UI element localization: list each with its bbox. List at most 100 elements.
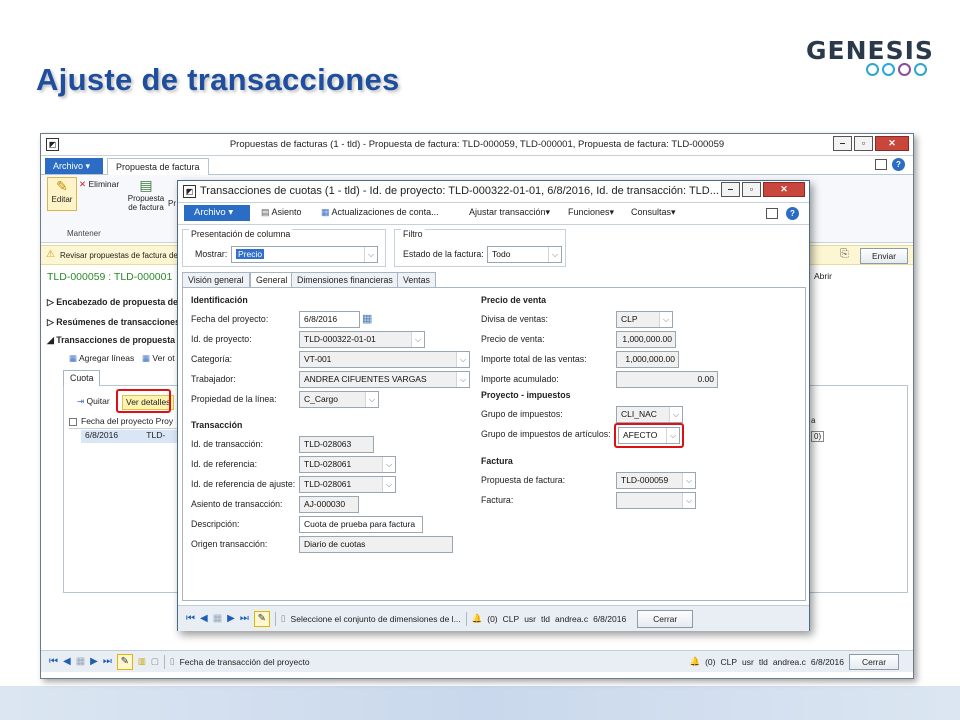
- mostrar-select[interactable]: Precio ⌵: [231, 246, 378, 263]
- funciones-menu[interactable]: Funciones▾: [568, 207, 614, 218]
- asiento-transaccion-field[interactable]: AJ-000030: [299, 496, 359, 513]
- previous-record-icon[interactable]: ◀: [200, 613, 208, 624]
- trabajador-field[interactable]: ANDREA CIFUENTES VARGAS ⌵: [299, 371, 470, 388]
- section-transacciones[interactable]: ◢ Transacciones de propuesta d: [47, 335, 183, 346]
- id-transaccion-label: Id. de transacción:: [191, 439, 263, 449]
- factura-field[interactable]: ⌵: [616, 492, 696, 509]
- first-record-icon[interactable]: ⏮: [49, 656, 58, 667]
- document-icon[interactable]: ▯: [170, 656, 175, 667]
- tab-general[interactable]: General: [250, 272, 294, 288]
- file-menu-button[interactable]: Archivo ▾: [184, 205, 250, 221]
- next-record-icon[interactable]: ▶: [227, 613, 235, 624]
- propuesta-factura-label: Propuesta de factura:: [481, 475, 566, 485]
- outer-ribbon-tabs: Archivo ▾ Propuesta de factura ?: [41, 156, 913, 175]
- close-button[interactable]: ✕: [763, 182, 805, 197]
- divisa-ventas-field[interactable]: CLP ⌵: [616, 311, 673, 328]
- edit-mode-icon[interactable]: ✎: [253, 610, 270, 627]
- divisa-ventas-label: Divisa de ventas:: [481, 314, 548, 324]
- propuesta-de-factura-button[interactable]: ▤ Propuesta de factura: [127, 177, 165, 225]
- id-referencia-ajuste-label: Id. de referencia de ajuste:: [191, 479, 296, 489]
- grid-icon[interactable]: ▦: [213, 613, 222, 624]
- eliminar-label: Eliminar: [88, 179, 120, 189]
- abrir-label[interactable]: Abrir: [814, 271, 832, 281]
- tab-dimensiones-financieras[interactable]: Dimensiones financieras: [291, 272, 399, 287]
- identificacion-header: Identificación: [191, 295, 248, 305]
- restore-ribbon-icon[interactable]: [875, 159, 887, 170]
- tab-cuota[interactable]: Cuota: [63, 370, 101, 386]
- select-all-checkbox[interactable]: [69, 417, 77, 426]
- categoria-field[interactable]: VT-001 ⌵: [299, 351, 470, 368]
- id-referencia-label: Id. de referencia:: [191, 459, 258, 469]
- grupo-impuestos-articulos-label: Grupo de impuestos de artículos:: [481, 429, 611, 439]
- mostrar-label: Mostrar:: [195, 249, 228, 259]
- tab-ventas[interactable]: Ventas: [397, 272, 436, 287]
- id-referencia-ajuste-field[interactable]: TLD-028061 ⌵: [299, 476, 396, 493]
- maximize-button[interactable]: ▫: [854, 136, 873, 151]
- last-record-icon[interactable]: ⏭: [240, 613, 249, 624]
- document-icon: ▤: [139, 177, 153, 193]
- minimize-button[interactable]: ‒: [721, 182, 740, 197]
- actualizaciones-button[interactable]: ▦ Actualizaciones de conta...: [321, 207, 439, 218]
- enviar-button[interactable]: Enviar: [860, 248, 908, 264]
- asiento-button[interactable]: ▤ Asiento: [261, 207, 302, 218]
- fecha-proyecto-field[interactable]: 6/8/2016: [299, 311, 360, 328]
- quitar-button[interactable]: ⇥ Quitar: [77, 396, 110, 407]
- precio-venta-field[interactable]: 1,000,000.00: [616, 331, 676, 348]
- table-row[interactable]: 6/8/2016 TLD-: [81, 430, 179, 443]
- eliminar-button[interactable]: ✕ Eliminar: [79, 179, 119, 190]
- status-date: 6/8/2016: [593, 613, 627, 624]
- inner-window: ◩ Transacciones de cuotas (1 - tld) - Id…: [177, 180, 810, 631]
- inner-cerrar-button[interactable]: Cerrar: [637, 609, 694, 628]
- propuesta-factura-field[interactable]: TLD-000059 ⌵: [616, 472, 696, 489]
- outer-cerrar-button[interactable]: Cerrar: [849, 653, 899, 670]
- next-record-icon[interactable]: ▶: [90, 656, 98, 667]
- pr-label: Pr: [168, 199, 176, 208]
- tab-vision-general[interactable]: Visión general: [182, 272, 250, 287]
- importe-acumulado-field[interactable]: 0.00: [616, 371, 718, 388]
- status-currency: CLP: [720, 656, 738, 667]
- close-button[interactable]: ✕: [875, 136, 909, 151]
- categoria-label: Categoría:: [191, 354, 233, 364]
- grupo-impuestos-field[interactable]: CLI_NAC ⌵: [616, 406, 683, 423]
- trabajador-value: ANDREA CIFUENTES VARGAS: [304, 374, 427, 384]
- restore-ribbon-icon[interactable]: [766, 208, 778, 219]
- details-icon[interactable]: ▥: [138, 656, 146, 667]
- edit-mode-icon[interactable]: ✎: [116, 653, 133, 670]
- file-menu-button[interactable]: Archivo ▾: [45, 158, 103, 174]
- bell-icon[interactable]: 🔔: [689, 656, 700, 667]
- ajustar-transaccion-menu[interactable]: Ajustar transacción▾: [469, 207, 550, 218]
- attachment-icon[interactable]: ⎘: [840, 248, 849, 261]
- last-record-icon[interactable]: ⏭: [103, 656, 112, 667]
- first-record-icon[interactable]: ⏮: [186, 613, 195, 624]
- help-icon[interactable]: ?: [786, 207, 799, 220]
- consultas-menu[interactable]: Consultas▾: [631, 207, 676, 218]
- importe-total-field[interactable]: 1,000,000.00: [616, 351, 679, 368]
- previous-record-icon[interactable]: ◀: [63, 656, 71, 667]
- ver-otros-button[interactable]: ▦ Ver ot: [142, 353, 175, 364]
- editar-button[interactable]: ✎ Editar: [47, 177, 77, 211]
- document-icon[interactable]: ▯: [281, 613, 286, 624]
- tab-propuesta-de-factura[interactable]: Propuesta de factura: [107, 158, 209, 175]
- section-encabezado[interactable]: ▷ Encabezado de propuesta de: [47, 297, 178, 308]
- grid-view-icon[interactable]: ▢: [151, 656, 159, 667]
- chevron-down-icon: ⌵: [411, 332, 424, 347]
- id-proyecto-field[interactable]: TLD-000322-01-01 ⌵: [299, 331, 425, 348]
- agregar-lineas-button[interactable]: ▦ Agregar líneas: [69, 353, 134, 364]
- maximize-button[interactable]: ▫: [742, 182, 761, 197]
- status-text: Fecha de transacción del proyecto: [179, 656, 310, 667]
- estado-select[interactable]: Todo ⌵: [487, 246, 562, 263]
- calendar-icon[interactable]: ▦: [362, 312, 372, 325]
- minimize-button[interactable]: ‒: [833, 136, 852, 151]
- precio-venta-header: Precio de venta: [481, 295, 547, 305]
- inner-toolbar: Archivo ▾ ▤ Asiento ▦ Actualizaciones de…: [178, 203, 809, 225]
- propiedad-linea-field[interactable]: C_Cargo ⌵: [299, 391, 379, 408]
- grid-icon[interactable]: ▦: [76, 656, 85, 667]
- bell-icon[interactable]: 🔔: [472, 613, 483, 624]
- id-transaccion-field[interactable]: TLD-028063: [299, 436, 374, 453]
- help-icon[interactable]: ?: [892, 158, 905, 171]
- descripcion-field[interactable]: Cuota de prueba para factura: [299, 516, 423, 533]
- id-referencia-field[interactable]: TLD-028061 ⌵: [299, 456, 396, 473]
- section-resumenes[interactable]: ▷ Resúmenes de transacciones d: [47, 317, 188, 328]
- logo-ring-icon: [914, 63, 927, 76]
- origen-transaccion-field[interactable]: Diario de cuotas: [299, 536, 453, 553]
